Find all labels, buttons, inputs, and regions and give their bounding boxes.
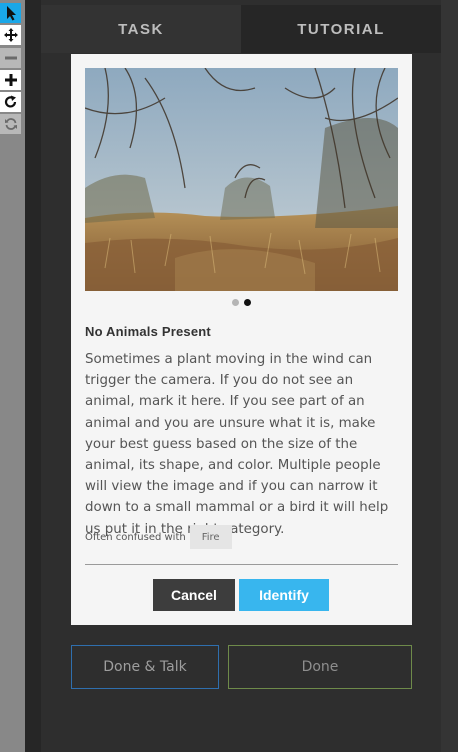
savanna-photo [85,68,398,291]
tab-task[interactable]: TASK [41,5,241,53]
zoom-in-button[interactable] [0,70,21,90]
zoom-out-icon [4,56,17,60]
tab-tutorial[interactable]: TUTORIAL [241,5,441,53]
carousel-dots [71,299,412,307]
divider [85,564,398,565]
confused-with-chip-fire[interactable]: Fire [189,525,232,549]
confused-with-label: Often confused with [85,531,186,543]
cancel-button[interactable]: Cancel [153,579,235,611]
species-description: Sometimes a plant moving in the wind can… [85,352,389,537]
zoom-out-button[interactable] [0,48,21,68]
reset-button[interactable] [0,114,21,134]
pointer-icon [6,6,16,21]
done-and-talk-button[interactable]: Done & Talk [71,645,219,689]
scroll-edge [441,0,458,752]
zoom-in-icon [4,74,17,86]
pointer-tool-button[interactable] [0,3,21,23]
carousel-dot[interactable] [232,299,239,306]
rotate-icon [4,95,16,108]
identify-button[interactable]: Identify [239,579,329,611]
move-icon [3,28,18,42]
reset-icon [4,118,17,130]
gutter [25,0,41,752]
move-tool-button[interactable] [0,25,21,45]
carousel-dot-active[interactable] [244,299,251,306]
species-example-photo [85,68,398,291]
classifier-panel: TASK TUTORIAL No Animals Present Sometim… [41,0,441,752]
panel-tabs: TASK TUTORIAL [41,5,441,53]
rotate-button[interactable] [0,92,21,112]
confused-with-row: Often confused with Fire [85,525,232,549]
done-button[interactable]: Done [228,645,412,689]
species-title: No Animals Present [85,324,211,339]
image-toolbar [0,0,25,752]
species-detail-card: No Animals Present Sometimes a plant mov… [71,54,412,625]
